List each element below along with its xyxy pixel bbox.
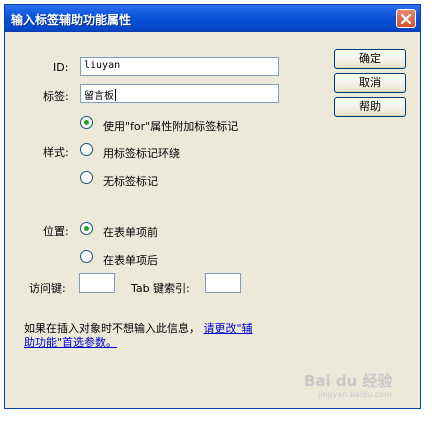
position-label: 位置: [43, 225, 69, 238]
style-option-wrap-label: 用标签标记环绕 [103, 147, 180, 160]
style-option-for-label: 使用"for"属性附加标签标记 [103, 120, 239, 133]
style-radio-for[interactable] [80, 116, 93, 129]
access-key-label: 访问键: [29, 282, 66, 295]
footer-text: 如果在插入对象时不想输入此信息， [24, 322, 200, 335]
ok-button[interactable]: 确定 [334, 49, 406, 69]
id-input[interactable]: liuyan [80, 57, 279, 76]
dialog-window: 输入标签辅助功能属性 ID: liuyan 标签: 留言板 样式: 使用"for… [4, 4, 421, 409]
tag-label: 标签: [43, 90, 69, 103]
window-title: 输入标签辅助功能属性 [11, 13, 132, 27]
tag-input-value: 留言板 [84, 91, 114, 102]
position-radio-before[interactable] [80, 222, 93, 235]
position-radio-after[interactable] [80, 250, 93, 263]
title-bar[interactable]: 输入标签辅助功能属性 [5, 5, 420, 32]
radio-dot [84, 226, 89, 231]
watermark: Bai du 经验 jingyan.baidu.com [304, 370, 393, 399]
text-caret [115, 89, 116, 101]
tab-index-input[interactable] [205, 273, 241, 293]
id-input-value: liuyan [84, 60, 121, 71]
preferences-link-line1: 请更改"辅 [203, 322, 253, 335]
tab-index-label: Tab 键索引: [131, 282, 190, 295]
radio-dot [84, 120, 89, 125]
tag-input[interactable]: 留言板 [80, 84, 279, 103]
position-option-before-label: 在表单项前 [103, 226, 158, 239]
help-button[interactable]: 帮助 [334, 97, 406, 117]
close-icon [400, 13, 412, 24]
footer-note: 如果在插入对象时不想输入此信息， 请更改"辅助功能"首选参数。 [24, 322, 253, 350]
style-option-none-label: 无标签标记 [103, 175, 158, 188]
watermark-text: Bai du 经验 [304, 372, 393, 390]
style-radio-none[interactable] [80, 171, 93, 184]
position-option-after-label: 在表单项后 [103, 254, 158, 267]
access-key-input[interactable] [79, 273, 115, 293]
preferences-link-line2: 助功能"首选参数。 [24, 336, 118, 349]
cancel-button[interactable]: 取消 [334, 73, 406, 93]
id-label: ID: [53, 61, 69, 74]
close-button[interactable] [396, 9, 416, 28]
style-label: 样式: [43, 146, 69, 159]
style-radio-wrap[interactable] [80, 143, 93, 156]
watermark-sub: jingyan.baidu.com [318, 390, 392, 399]
